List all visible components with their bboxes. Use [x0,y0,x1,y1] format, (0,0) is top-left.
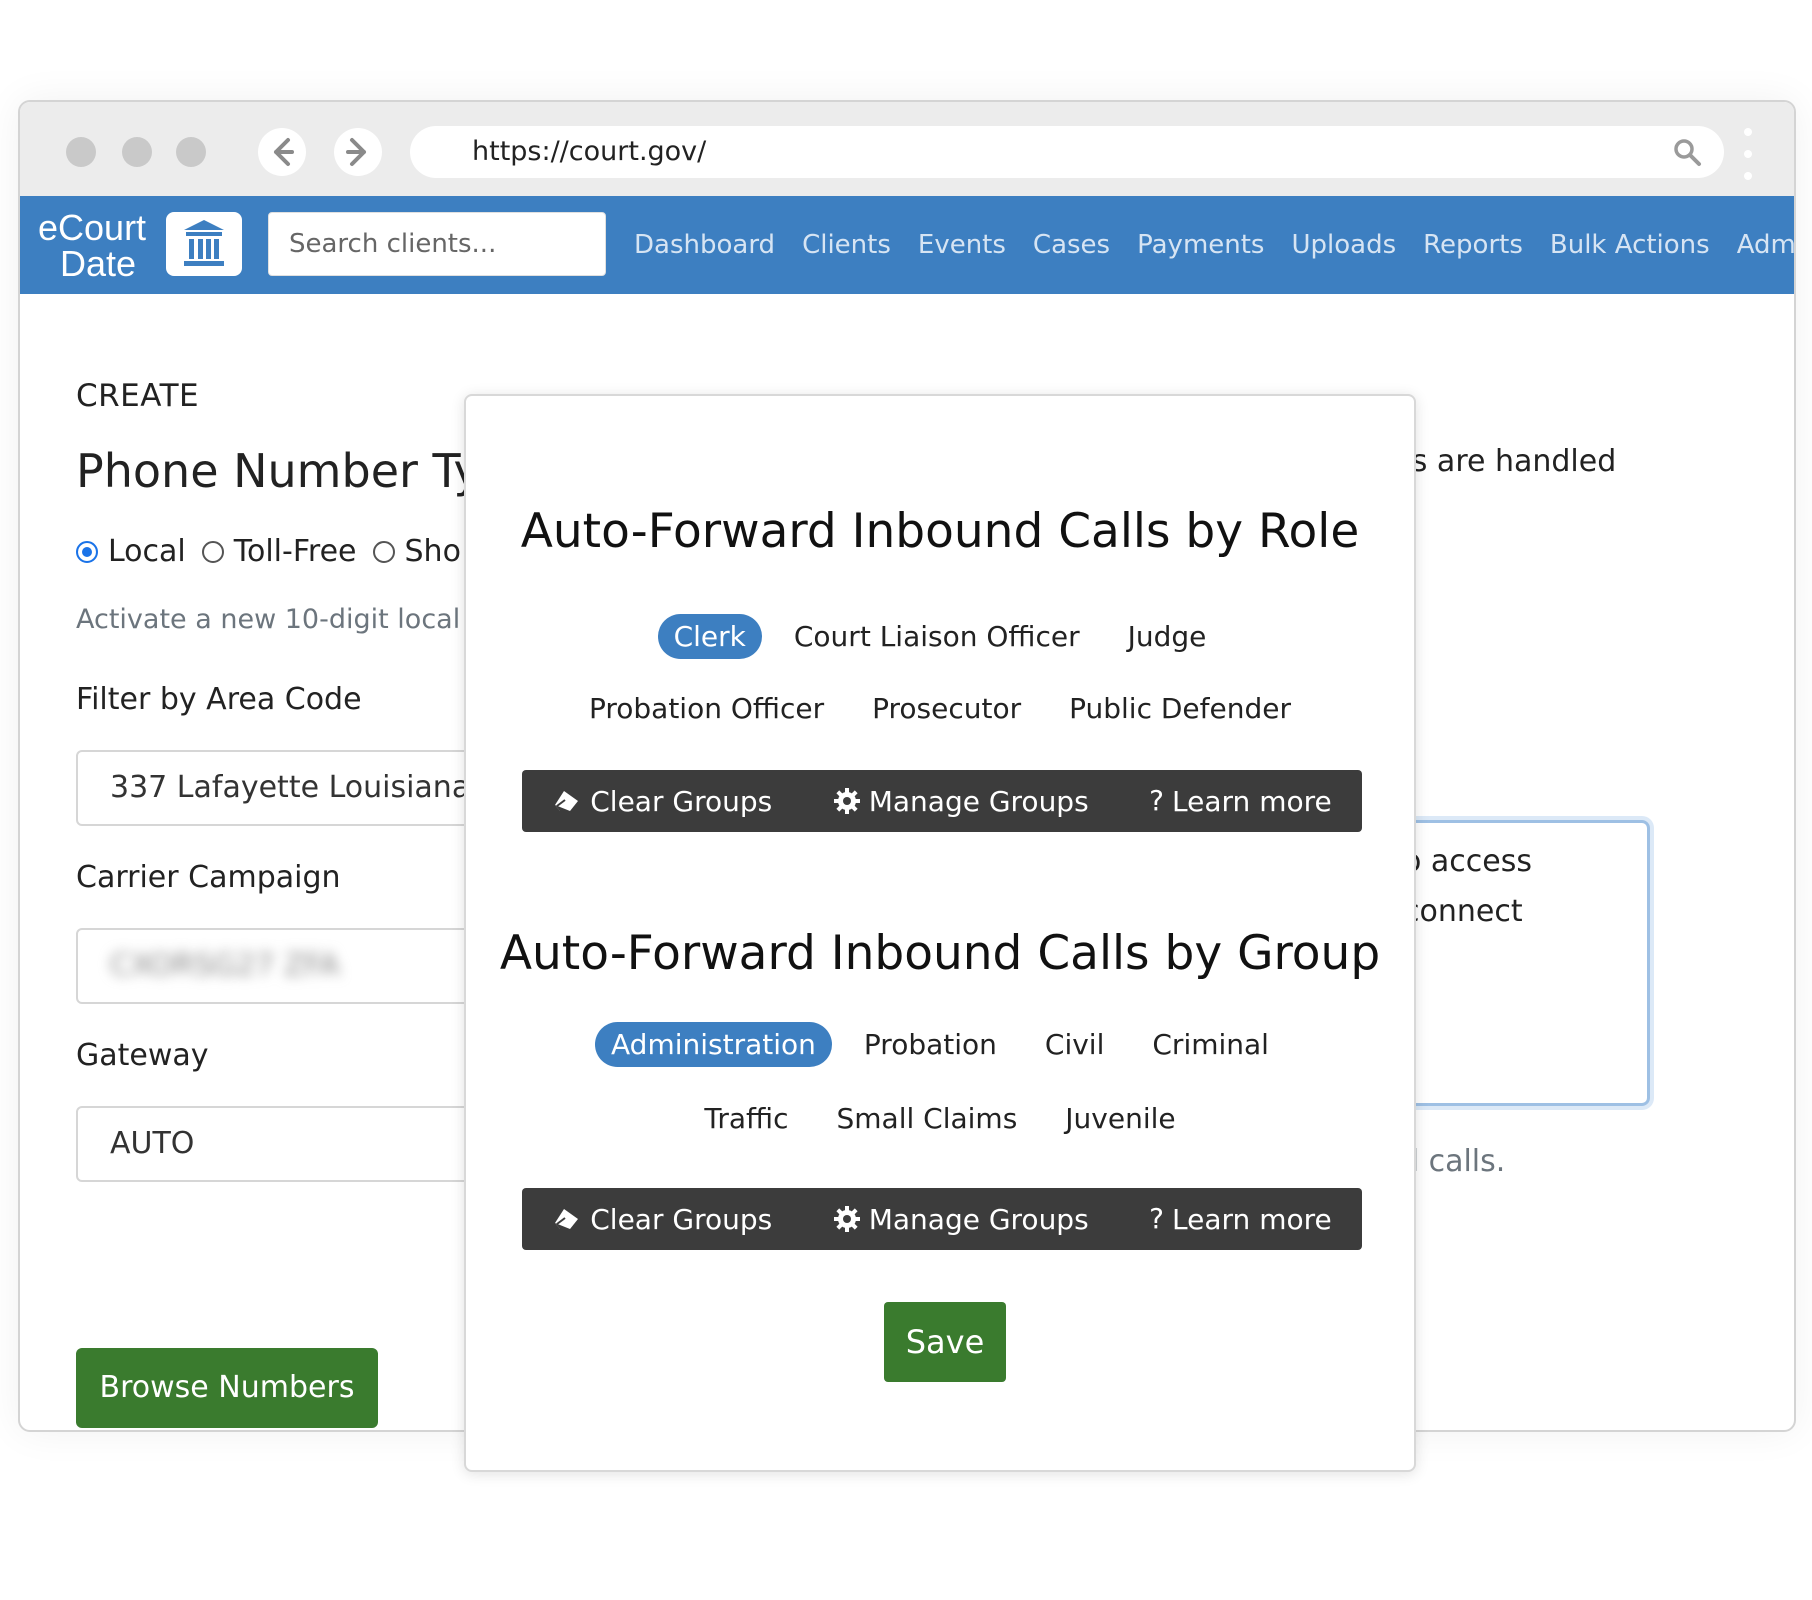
courthouse-icon[interactable] [166,212,242,276]
nav-events[interactable]: Events [918,230,1006,260]
nav-dashboard[interactable]: Dashboard [634,230,775,260]
phone-type-radio-group: Local Toll-Free Sho [76,534,477,569]
role-manage-groups-label: Manage Groups [868,784,1089,818]
forward-button[interactable] [334,128,382,176]
browser-menu-icon[interactable] [1744,128,1754,180]
address-bar[interactable]: https://court.gov/ [410,126,1724,178]
logo-line2: Date [60,243,137,284]
role-chip-clerk[interactable]: Clerk [657,614,762,659]
role-clear-groups-label: Clear Groups [590,784,773,818]
app-navbar: eCourt Date Dashboard Clients Events Cas… [20,196,1794,294]
auto-forward-modal: Auto-Forward Inbound Calls by Role Clerk… [464,394,1416,1472]
group-section-title: Auto-Forward Inbound Calls by Group [499,926,1381,981]
radio-toll-free-label[interactable]: Toll-Free [234,534,357,569]
role-learn-more-button[interactable]: ? Learn more [1149,785,1332,818]
carrier-campaign-field[interactable]: CXORSG27 ZFA [76,928,496,1004]
nav-cases[interactable]: Cases [1033,230,1110,260]
logo[interactable]: eCourt Date [38,210,146,282]
question-icon: ? [1149,784,1165,817]
phone-number-type-title: Phone Number Ty [76,444,481,498]
eraser-icon [555,791,579,811]
role-chip-court-liaison-officer[interactable]: Court Liaison Officer [778,614,1096,659]
create-label: CREATE [76,378,200,414]
radio-local-label[interactable]: Local [108,534,186,569]
gateway-label: Gateway [76,1038,209,1073]
textarea-line-2: connect [1403,894,1523,929]
group-chip-administration[interactable]: Administration [595,1022,832,1067]
role-section-title: Auto-Forward Inbound Calls by Role [520,504,1360,559]
logo-line1: eCourt [38,207,147,248]
client-search[interactable] [268,212,606,276]
window-close-dot[interactable] [66,137,96,167]
browse-numbers-button[interactable]: Browse Numbers [76,1348,378,1428]
arrow-left-icon [274,138,294,166]
carrier-campaign-value: CXORSG27 ZFA [110,948,340,983]
browser-toolbar: https://court.gov/ [20,102,1794,197]
textarea-line-1: o access [1403,844,1532,879]
role-chip-row-2: Probation Officer Prosecutor Public Defe… [466,686,1414,731]
question-icon: ? [1149,1202,1165,1235]
filter-label: Filter by Area Code [76,682,362,717]
window-maximize-dot[interactable] [176,137,206,167]
nav-bulk-actions[interactable]: Bulk Actions [1550,230,1710,260]
eraser-icon [555,1209,579,1229]
gateway-field[interactable]: AUTO [76,1106,496,1182]
role-chip-judge[interactable]: Judge [1112,614,1223,659]
role-clear-groups-button[interactable]: Clear Groups [552,785,772,818]
radio-short-code-label[interactable]: Sho [405,534,461,569]
role-chip-prosecutor[interactable]: Prosecutor [856,686,1037,731]
group-manage-groups-button[interactable]: Manage Groups [833,1203,1089,1236]
group-manage-groups-label: Manage Groups [868,1202,1089,1236]
area-code-field[interactable]: 337 Lafayette Louisiana [76,750,496,826]
helper-text: Activate a new 10-digit local ar [76,604,497,635]
role-action-bar: Clear Groups Manage Groups ? Learn more [522,770,1362,832]
group-chip-probation[interactable]: Probation [848,1022,1013,1067]
role-learn-more-label: Learn more [1172,784,1332,818]
carrier-label: Carrier Campaign [76,860,341,895]
group-learn-more-label: Learn more [1172,1202,1332,1236]
group-chip-row-1: Administration Probation Civil Criminal [466,1022,1414,1067]
arrow-right-icon [346,138,366,166]
group-chip-traffic[interactable]: Traffic [688,1096,804,1141]
nav-reports[interactable]: Reports [1423,230,1523,260]
group-chip-juvenile[interactable]: Juvenile [1049,1096,1191,1141]
radio-local[interactable] [76,540,98,563]
group-clear-groups-button[interactable]: Clear Groups [552,1203,772,1236]
url-text: https://court.gov/ [472,136,707,167]
calls-handled-text: ts are handled [1400,444,1617,479]
group-chip-small-claims[interactable]: Small Claims [820,1096,1033,1141]
gear-icon [833,1206,860,1232]
role-chip-probation-officer[interactable]: Probation Officer [573,686,840,731]
back-button[interactable] [258,128,306,176]
save-button[interactable]: Save [884,1302,1006,1382]
gear-icon [833,788,860,814]
group-action-bar: Clear Groups Manage Groups ? Learn more [522,1188,1362,1250]
main-nav: Dashboard Clients Events Cases Payments … [634,196,1794,294]
window-minimize-dot[interactable] [122,137,152,167]
role-chip-public-defender[interactable]: Public Defender [1053,686,1307,731]
group-chip-row-2: Traffic Small Claims Juvenile [466,1096,1414,1141]
role-manage-groups-button[interactable]: Manage Groups [833,785,1089,818]
message-textarea[interactable]: o access connect . [1400,820,1650,1106]
group-chip-civil[interactable]: Civil [1029,1022,1120,1067]
client-search-input[interactable] [269,213,605,275]
group-learn-more-button[interactable]: ? Learn more [1149,1203,1332,1236]
nav-uploads[interactable]: Uploads [1291,230,1396,260]
radio-short-code[interactable] [372,540,395,563]
role-chip-row-1: Clerk Court Liaison Officer Judge [466,614,1414,659]
nav-admin[interactable]: Admin [1737,230,1794,260]
nav-payments[interactable]: Payments [1137,230,1264,260]
nav-clients[interactable]: Clients [802,230,891,260]
group-clear-groups-label: Clear Groups [590,1202,773,1236]
radio-toll-free[interactable] [201,540,224,563]
group-chip-criminal[interactable]: Criminal [1136,1022,1285,1067]
search-icon[interactable] [1672,137,1702,167]
